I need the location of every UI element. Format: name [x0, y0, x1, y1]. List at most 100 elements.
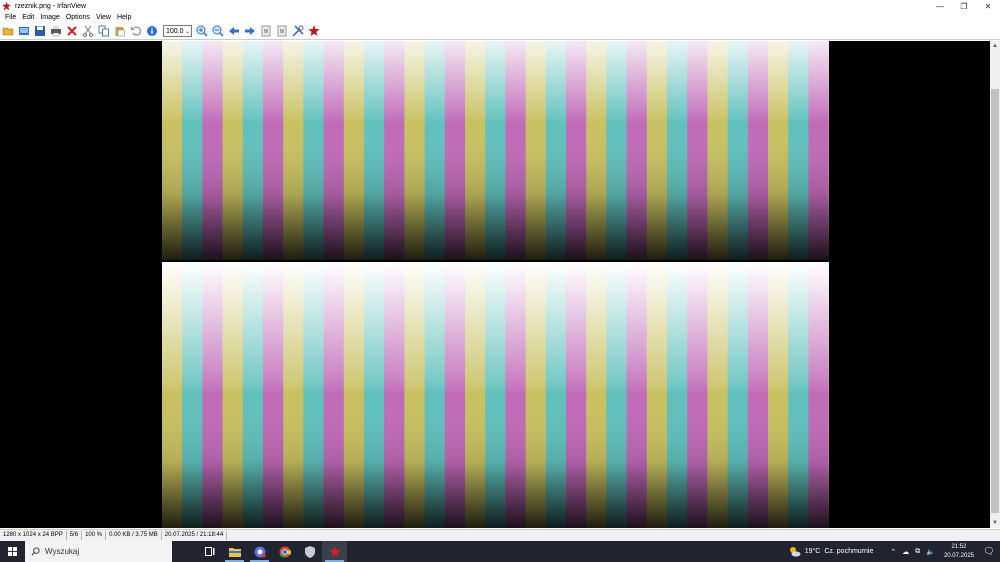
vertical-scrollbar[interactable]: ▲ ▼ — [990, 41, 1000, 528]
print-icon — [51, 26, 61, 37]
irfanview-app-icon[interactable] — [2, 1, 11, 11]
settings-icon — [292, 25, 304, 37]
slideshow-button[interactable] — [17, 24, 31, 38]
menu-bar: File Edit Image Options View Help — [0, 12, 1000, 23]
zoom-combobox[interactable]: 100.0 ⌄ — [163, 25, 192, 37]
wifi-icon[interactable]: ⧉ — [915, 548, 920, 556]
image-panel-top — [162, 41, 829, 260]
task-view-button[interactable] — [197, 541, 222, 562]
partly-cloudy-icon — [789, 547, 801, 557]
weather-temp: 19°C — [804, 548, 821, 555]
file-explorer-icon — [228, 547, 241, 557]
save-button[interactable] — [33, 24, 47, 38]
title-bar: rzeznik.png - IrfanView — ❐ ✕ — [0, 0, 1000, 12]
cut-button[interactable] — [81, 24, 95, 38]
paste-button[interactable] — [113, 24, 127, 38]
security-button[interactable] — [297, 541, 322, 562]
first-page-button[interactable] — [259, 24, 273, 38]
close-button[interactable]: ✕ — [976, 0, 1000, 12]
notification-button[interactable]: 🗨 — [982, 541, 996, 562]
menu-help[interactable]: Help — [114, 12, 134, 23]
status-datetime: 20.07.2025 / 21:18:44 — [162, 531, 228, 540]
menu-file[interactable]: File — [2, 12, 19, 23]
delete-button[interactable] — [65, 24, 79, 38]
open-button[interactable] — [1, 24, 15, 38]
status-dimensions: 1280 x 1024 x 24 BPP — [0, 531, 67, 540]
undo-icon — [131, 26, 142, 36]
chat-app-icon — [254, 546, 265, 557]
image-top-canvas — [162, 41, 829, 260]
previous-button[interactable] — [227, 24, 241, 38]
info-button[interactable] — [145, 24, 159, 38]
clock[interactable]: 21:52 20.07.2025 — [944, 543, 974, 561]
menu-image[interactable]: Image — [37, 12, 62, 23]
zoom-out-icon — [212, 25, 224, 37]
last-page-icon — [277, 25, 287, 37]
status-bar: 1280 x 1024 x 24 BPP 5/6 100 % 0.00 KB /… — [0, 529, 1000, 541]
window-controls: — ❐ ✕ — [928, 0, 1000, 12]
zoom-in-icon — [196, 25, 208, 37]
status-index: 5/6 — [67, 531, 83, 540]
restore-icon: ❐ — [960, 1, 968, 11]
restore-button[interactable]: ❐ — [952, 0, 976, 12]
chevron-down-icon: ⌄ — [184, 28, 190, 35]
next-icon — [245, 27, 255, 35]
open-folder-icon — [2, 27, 14, 36]
undo-button[interactable] — [129, 24, 143, 38]
zoom-in-button[interactable] — [195, 24, 209, 38]
image-viewport[interactable] — [0, 41, 990, 528]
onedrive-cloud-icon[interactable]: ☁ — [902, 548, 909, 556]
irfanview-taskbar-button[interactable] — [322, 541, 347, 562]
slideshow-icon — [19, 27, 29, 35]
next-button[interactable] — [243, 24, 257, 38]
clock-time: 21:52 — [951, 543, 967, 550]
save-icon — [35, 26, 45, 36]
last-page-button[interactable] — [275, 24, 289, 38]
chrome-icon — [279, 546, 291, 558]
file-explorer-button[interactable] — [222, 541, 247, 562]
volume-icon[interactable]: 🔈 — [926, 548, 935, 556]
minimize-button[interactable]: — — [928, 0, 952, 12]
status-size: 0.00 KB / 3.75 MB — [106, 531, 162, 540]
fade-overlay — [162, 262, 829, 528]
start-button[interactable] — [0, 541, 25, 562]
zoom-out-button[interactable] — [211, 24, 225, 38]
paste-icon — [115, 27, 125, 37]
windows-icon — [8, 547, 17, 556]
image-bottom-canvas — [162, 262, 829, 528]
zoom-value: 100.0 — [166, 27, 184, 35]
scroll-up-icon[interactable]: ▲ — [990, 41, 1000, 51]
chrome-button[interactable] — [272, 541, 297, 562]
irfanview-logo-icon — [308, 25, 320, 36]
window-title: rzeznik.png - IrfanView — [15, 2, 87, 10]
taskbar-search[interactable]: Wyszukaj — [25, 541, 172, 562]
taskbar: Wyszukaj 19°C Cz. pochmurnie ⌃ ☁ ⧉ 🔈 21:… — [0, 541, 1000, 562]
print-button[interactable] — [49, 24, 63, 38]
scrollbar-thumb[interactable] — [991, 89, 999, 513]
search-placeholder: Wyszukaj — [45, 547, 80, 556]
first-page-icon — [261, 25, 271, 37]
copy-button[interactable] — [97, 24, 111, 38]
menu-view[interactable]: View — [93, 12, 114, 23]
clock-date: 20.07.2025 — [943, 552, 974, 559]
toolbar: 100.0 ⌄ — [0, 23, 1000, 40]
chat-app-button[interactable] — [247, 541, 272, 562]
settings-button[interactable] — [291, 24, 305, 38]
copy-icon — [98, 25, 109, 37]
irfanview-button[interactable] — [307, 24, 321, 38]
irfanview-taskbar-icon — [328, 545, 341, 557]
image-panel-bottom — [162, 262, 829, 528]
status-zoom: 100 % — [82, 531, 107, 540]
scroll-down-icon[interactable]: ▼ — [990, 518, 1000, 528]
menu-options[interactable]: Options — [63, 12, 93, 23]
system-tray: 19°C Cz. pochmurnie ⌃ ☁ ⧉ 🔈 21:52 20.07.… — [788, 541, 1000, 562]
menu-edit[interactable]: Edit — [19, 12, 37, 23]
search-icon — [31, 547, 40, 556]
chevron-up-icon[interactable]: ⌃ — [890, 548, 896, 556]
fade-overlay — [162, 41, 829, 260]
weather-desc: Cz. pochmurnie — [824, 548, 874, 555]
info-icon — [147, 26, 157, 36]
weather-widget[interactable]: 19°C Cz. pochmurnie — [788, 546, 874, 557]
cut-icon — [83, 25, 93, 37]
minimize-icon: — — [936, 1, 944, 11]
